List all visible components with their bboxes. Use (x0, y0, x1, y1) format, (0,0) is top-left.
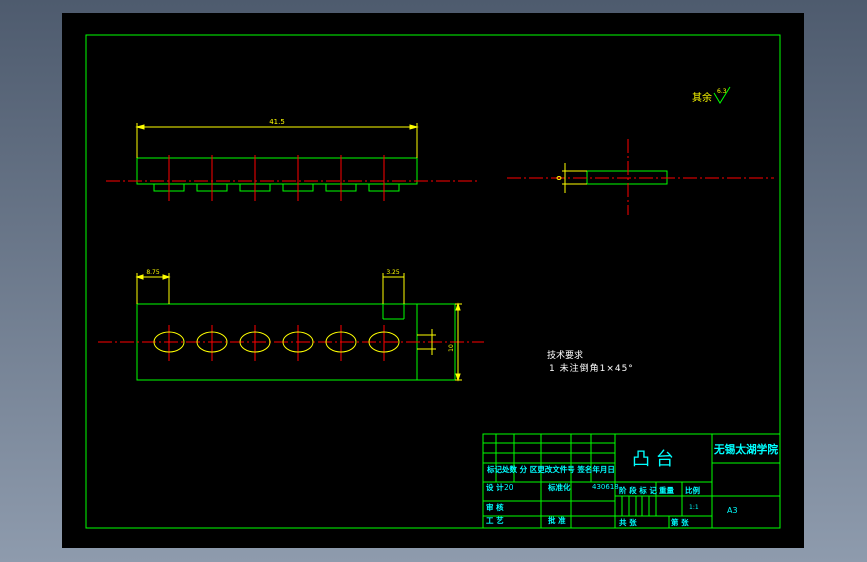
title-block-row-labels: 标记处数 分 区更改文件号 签名年月日 (486, 464, 615, 474)
scale-value: 1:1 (689, 504, 699, 511)
dim-slot-width-label: 3.25 (386, 269, 400, 276)
weight-label: 重量 (659, 485, 674, 495)
review-label: 审 核 (486, 502, 504, 512)
sheet-no-label: 第 张 (671, 517, 689, 527)
approve-label: 批 准 (548, 515, 566, 525)
title-block: 标记处数 分 区更改文件号 签名年月日 设 计 20 标准化 430618 审 … (482, 433, 781, 529)
front-view-bosses (153, 183, 400, 192)
roughness-note: 其余 6.3 (692, 86, 731, 104)
designer-value: 20 (504, 483, 514, 492)
drawing-canvas[interactable]: 41.5 8.75 3.25 10 其余 6.3 技术要求 1 未注倒角1×45… (62, 13, 804, 548)
front-view-body (136, 157, 418, 185)
designer-label: 设 计 (486, 482, 504, 492)
side-view (507, 139, 774, 215)
front-view-hole-axes (168, 155, 385, 201)
dim-slot-width (382, 273, 405, 304)
roughness-label: 其余 (692, 91, 712, 104)
sheets-label: 共 张 (619, 517, 637, 527)
dim-height-label: 10 (448, 344, 455, 352)
dim-overall-length (135, 123, 419, 158)
format-label: A3 (727, 506, 738, 515)
part-name: 凸 台 (632, 449, 674, 470)
tech-req-title: 技术要求 (547, 349, 583, 361)
drawing-no: 430618 (592, 483, 619, 491)
process-label: 工 艺 (486, 515, 504, 525)
front-view: 41.5 (106, 118, 480, 201)
standardize-label: 标准化 (547, 482, 571, 492)
tech-requirements: 技术要求 1 未注倒角1×45° (547, 349, 634, 374)
tech-req-item-1: 1 未注倒角1×45° (549, 362, 634, 374)
dim-overall-length-label: 41.5 (269, 118, 285, 126)
drawing-border (85, 34, 781, 529)
top-view: 8.75 3.25 10 (98, 269, 484, 382)
scale-label: 比例 (685, 485, 700, 495)
school-name: 无锡太湖学院 (713, 442, 778, 456)
stage-label: 阶 段 标 记 (619, 485, 657, 495)
dim-left-offset-label: 8.75 (146, 269, 160, 276)
top-view-hole-axes (168, 325, 385, 361)
drawing-svg: 41.5 8.75 3.25 10 其余 6.3 技术要求 1 未注倒角1×45… (85, 34, 781, 529)
cad-viewport: 41.5 8.75 3.25 10 其余 6.3 技术要求 1 未注倒角1×45… (0, 0, 867, 562)
dim-left-offset (135, 273, 171, 304)
